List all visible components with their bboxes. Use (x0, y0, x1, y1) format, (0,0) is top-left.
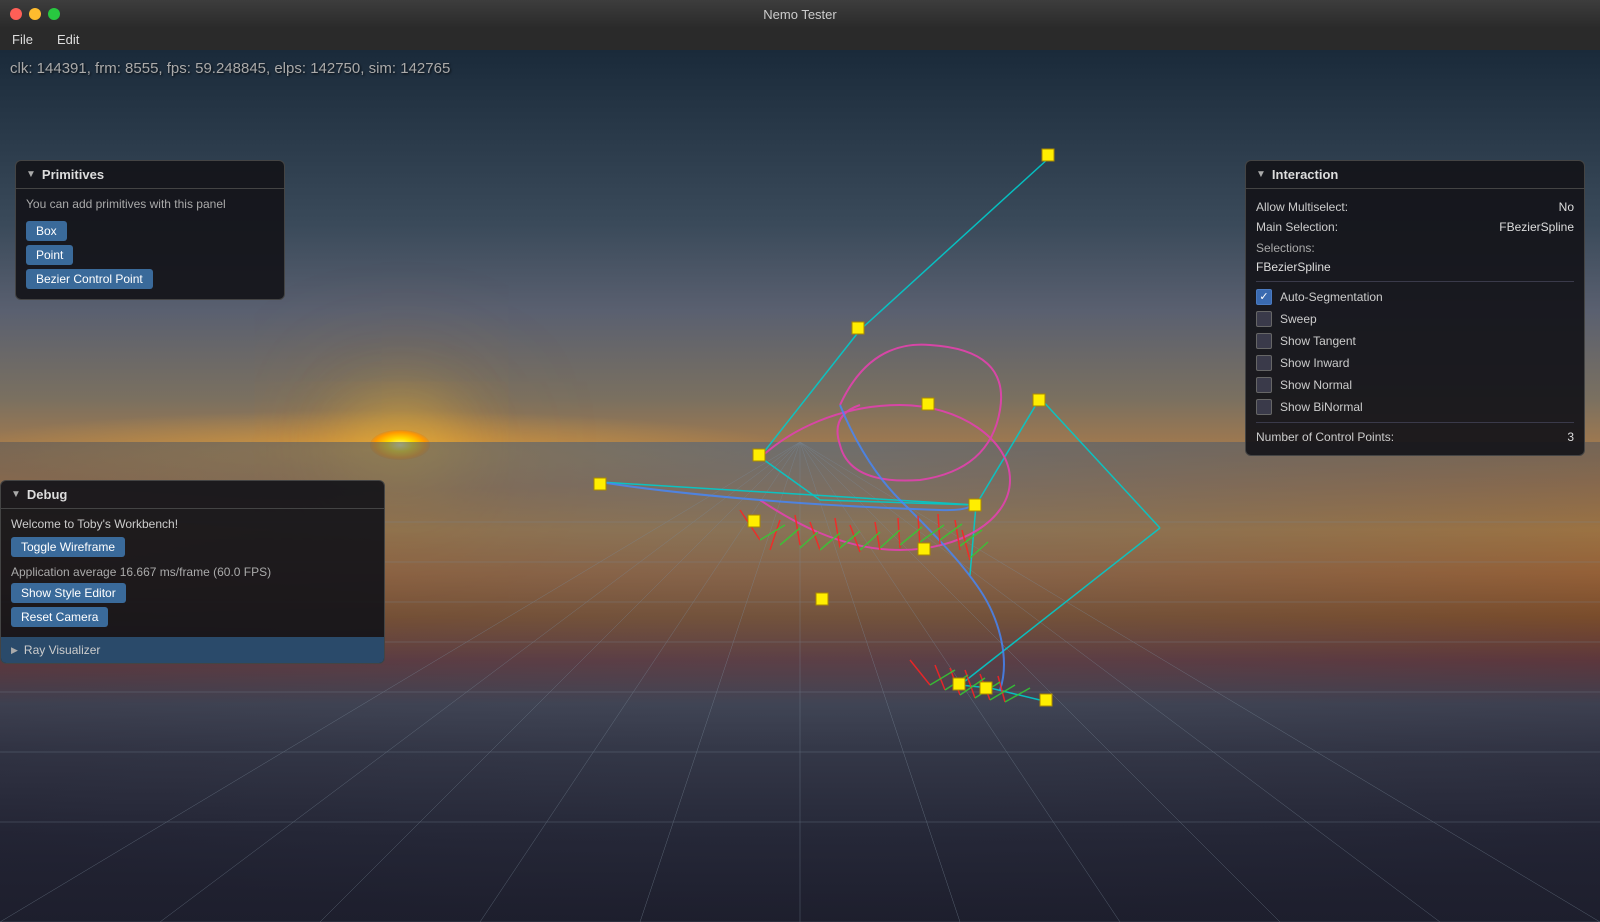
bezier-control-point-button[interactable]: Bezier Control Point (26, 269, 153, 289)
ray-visualizer-header[interactable]: ▶ Ray Visualizer (1, 637, 384, 663)
show-inward-checkbox[interactable] (1256, 355, 1272, 371)
control-points-row: Number of Control Points: 3 (1256, 427, 1574, 447)
auto-segmentation-checkbox[interactable] (1256, 289, 1272, 305)
debug-body: Welcome to Toby's Workbench! Toggle Wire… (1, 509, 384, 663)
divider2 (1256, 422, 1574, 423)
show-binormal-row[interactable]: Show BiNormal (1256, 396, 1574, 418)
interaction-body: Allow Multiselect: No Main Selection: FB… (1246, 189, 1584, 455)
control-points-value: 3 (1567, 430, 1574, 444)
debug-header[interactable]: ▼ Debug (1, 481, 384, 509)
show-tangent-checkbox[interactable] (1256, 333, 1272, 349)
show-inward-row[interactable]: Show Inward (1256, 352, 1574, 374)
main-selection-label: Main Selection: (1256, 220, 1499, 234)
minimize-button[interactable] (29, 8, 41, 20)
selections-label: Selections: (1256, 237, 1574, 257)
maximize-button[interactable] (48, 8, 60, 20)
allow-multiselect-label: Allow Multiselect: (1256, 200, 1559, 214)
close-button[interactable] (10, 8, 22, 20)
interaction-panel: ▼ Interaction Allow Multiselect: No Main… (1245, 160, 1585, 456)
show-normal-row[interactable]: Show Normal (1256, 374, 1574, 396)
viewport[interactable]: clk: 144391, frm: 8555, fps: 59.248845, … (0, 50, 1600, 922)
show-normal-label: Show Normal (1280, 378, 1574, 392)
window-title: Nemo Tester (763, 7, 836, 22)
sweep-row[interactable]: Sweep (1256, 308, 1574, 330)
reset-camera-button[interactable]: Reset Camera (11, 607, 108, 627)
sweep-label: Sweep (1280, 312, 1574, 326)
fps-text: Application average 16.667 ms/frame (60.… (11, 565, 374, 579)
toggle-wireframe-button[interactable]: Toggle Wireframe (11, 537, 125, 557)
primitives-header[interactable]: ▼ Primitives (16, 161, 284, 189)
sweep-checkbox[interactable] (1256, 311, 1272, 327)
debug-welcome: Welcome to Toby's Workbench! (11, 517, 374, 531)
ray-viz-triangle: ▶ (11, 645, 18, 656)
primitives-title: Primitives (42, 167, 104, 182)
titlebar: Nemo Tester (0, 0, 1600, 28)
control-points-label: Number of Control Points: (1256, 430, 1567, 444)
primitives-body: You can add primitives with this panel B… (16, 189, 284, 299)
allow-multiselect-value: No (1559, 200, 1574, 214)
show-normal-checkbox[interactable] (1256, 377, 1272, 393)
selections-value: FBezierSpline (1256, 260, 1331, 274)
show-inward-label: Show Inward (1280, 356, 1574, 370)
auto-segmentation-label: Auto-Segmentation (1280, 290, 1574, 304)
interaction-chevron: ▼ (1256, 169, 1266, 180)
primitives-panel: ▼ Primitives You can add primitives with… (15, 160, 285, 300)
show-tangent-row[interactable]: Show Tangent (1256, 330, 1574, 352)
interaction-header[interactable]: ▼ Interaction (1246, 161, 1584, 189)
auto-segmentation-row[interactable]: Auto-Segmentation (1256, 286, 1574, 308)
ray-viz-label: Ray Visualizer (24, 643, 100, 657)
menu-file[interactable]: File (8, 32, 37, 47)
menu-edit[interactable]: Edit (53, 32, 83, 47)
allow-multiselect-row: Allow Multiselect: No (1256, 197, 1574, 217)
show-style-editor-button[interactable]: Show Style Editor (11, 583, 126, 603)
selections-value-row: FBezierSpline (1256, 257, 1574, 277)
main-selection-row: Main Selection: FBezierSpline (1256, 217, 1574, 237)
point-button[interactable]: Point (26, 245, 73, 265)
primitives-description: You can add primitives with this panel (26, 197, 274, 211)
show-tangent-label: Show Tangent (1280, 334, 1574, 348)
debug-panel: ▼ Debug Welcome to Toby's Workbench! Tog… (0, 480, 385, 664)
main-selection-value: FBezierSpline (1499, 220, 1574, 234)
debug-chevron: ▼ (11, 489, 21, 500)
show-binormal-checkbox[interactable] (1256, 399, 1272, 415)
divider (1256, 281, 1574, 282)
stats-text: clk: 144391, frm: 8555, fps: 59.248845, … (10, 60, 450, 77)
traffic-lights (10, 8, 60, 20)
menubar: File Edit (0, 28, 1600, 50)
box-button[interactable]: Box (26, 221, 67, 241)
debug-title: Debug (27, 487, 67, 502)
primitives-chevron: ▼ (26, 169, 36, 180)
interaction-title: Interaction (1272, 167, 1338, 182)
stats-display: clk: 144391, frm: 8555, fps: 59.248845, … (10, 60, 450, 77)
show-binormal-label: Show BiNormal (1280, 400, 1574, 414)
